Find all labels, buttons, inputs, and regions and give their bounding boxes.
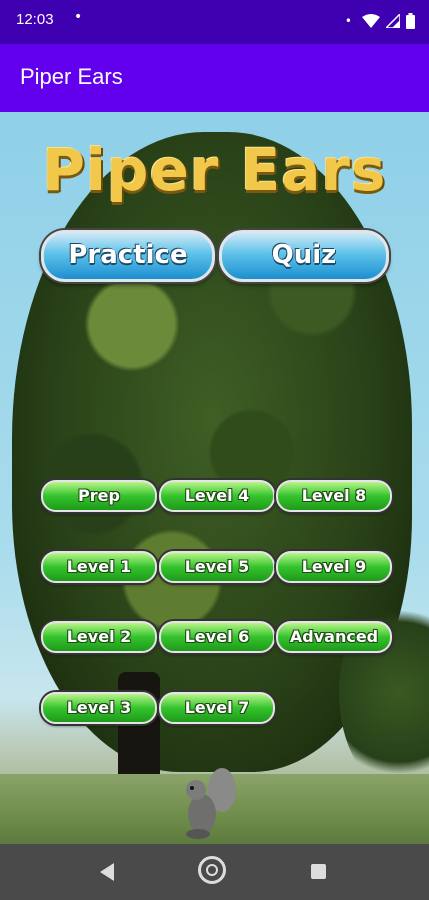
app-bar: Piper Ears xyxy=(0,44,429,112)
home-icon[interactable] xyxy=(198,856,226,884)
level-3-button[interactable]: Level 3 xyxy=(41,692,157,724)
squirrel-image xyxy=(186,768,236,839)
back-icon[interactable] xyxy=(100,863,114,881)
level-advanced-button[interactable]: Advanced xyxy=(276,621,392,653)
level-2-button[interactable]: Level 2 xyxy=(41,621,157,653)
practice-button[interactable]: Practice xyxy=(41,230,215,282)
app-title: Piper Ears xyxy=(20,64,123,89)
status-dot-icon: • xyxy=(344,14,352,28)
status-bar: 12:03 • • xyxy=(0,0,429,44)
status-icons: • xyxy=(345,11,415,31)
battery-icon xyxy=(406,13,415,29)
level-9-button[interactable]: Level 9 xyxy=(276,551,392,583)
wifi-icon xyxy=(362,14,380,28)
status-time: 12:03 xyxy=(16,11,54,28)
level-7-button[interactable]: Level 7 xyxy=(159,692,275,724)
signal-icon xyxy=(386,14,400,28)
background-scene: Piper Ears Practice Quiz Prep Level 1 Le… xyxy=(0,112,429,844)
notification-dot: • xyxy=(74,9,83,25)
level-prep-button[interactable]: Prep xyxy=(41,480,157,512)
level-5-button[interactable]: Level 5 xyxy=(159,551,275,583)
level-1-button[interactable]: Level 1 xyxy=(41,551,157,583)
logo-text: Piper Ears xyxy=(42,136,387,204)
quiz-button[interactable]: Quiz xyxy=(219,230,389,282)
level-6-button[interactable]: Level 6 xyxy=(159,621,275,653)
navigation-bar xyxy=(0,844,429,900)
level-4-button[interactable]: Level 4 xyxy=(159,480,275,512)
level-8-button[interactable]: Level 8 xyxy=(276,480,392,512)
recents-icon[interactable] xyxy=(311,864,326,879)
